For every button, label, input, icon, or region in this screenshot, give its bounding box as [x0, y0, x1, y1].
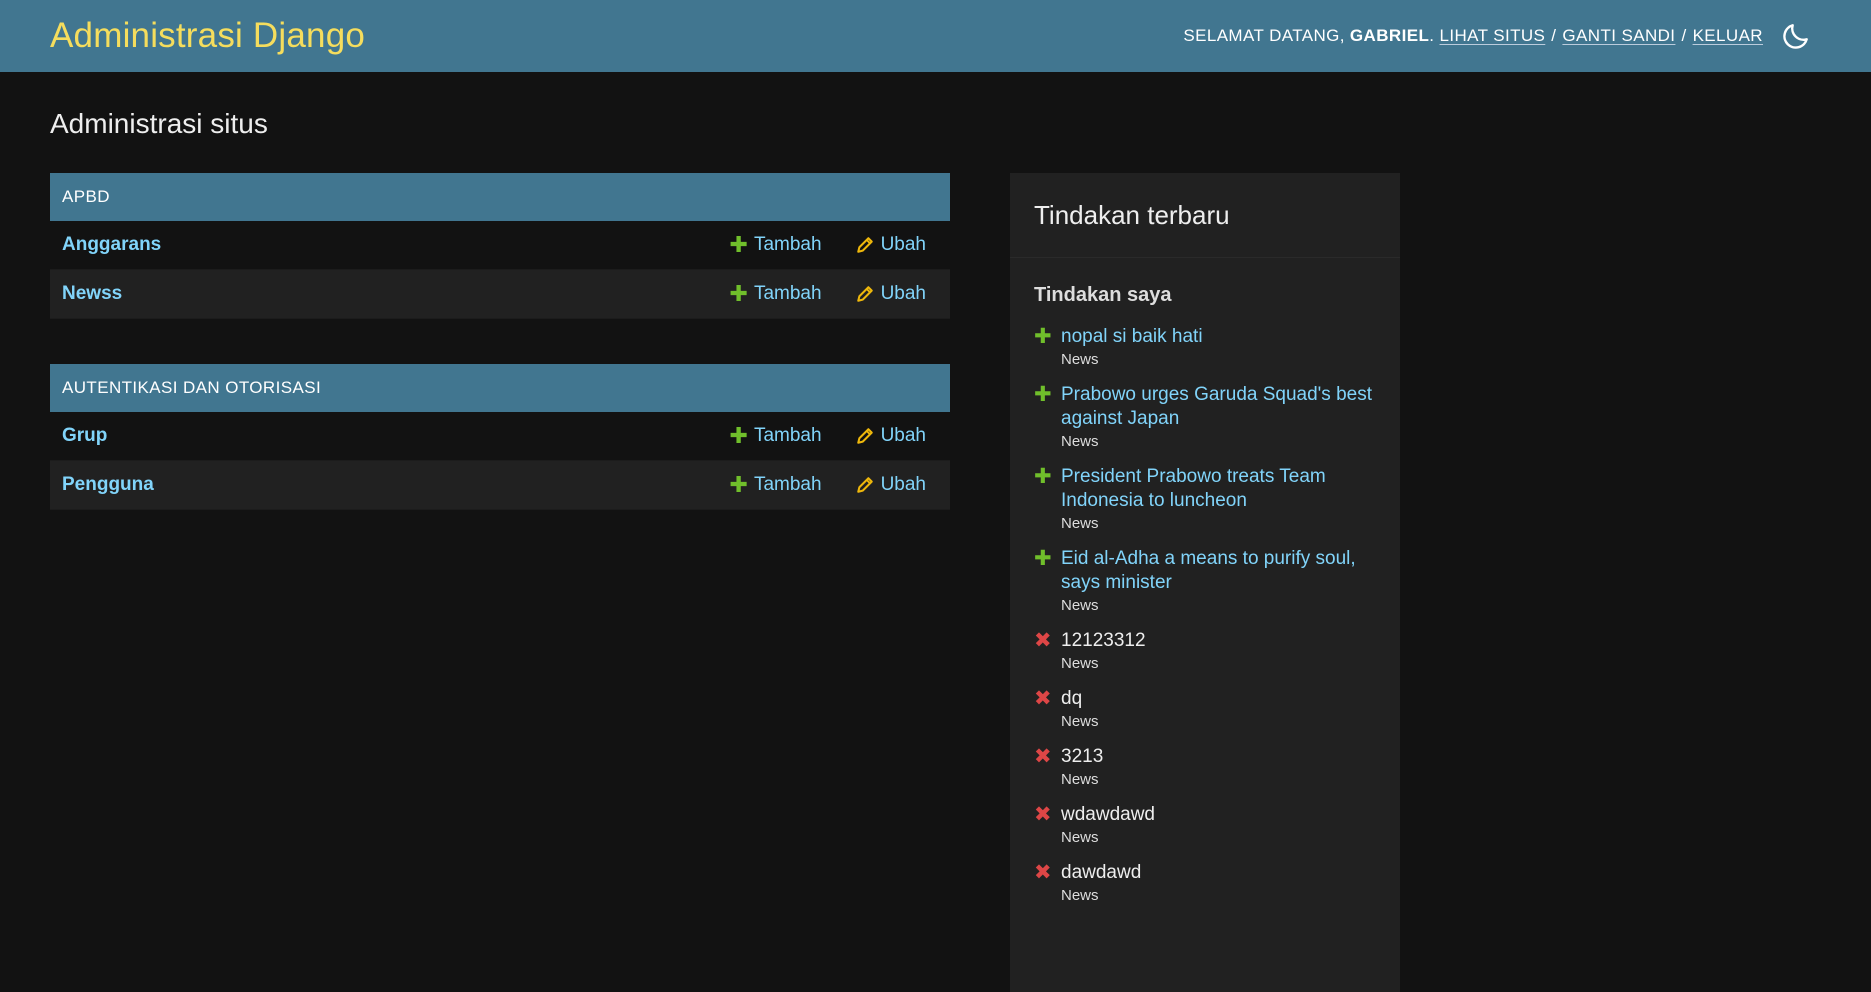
delete-icon: ✖ [1034, 861, 1052, 884]
plus-icon: ✚ [729, 423, 748, 448]
change-button[interactable]: Ubah [856, 474, 926, 496]
action-content-type: News [1061, 887, 1099, 904]
delete-icon: ✖ [1034, 803, 1052, 826]
delete-icon: ✖ [1034, 629, 1052, 652]
username: Gabriel [1349, 26, 1430, 45]
action-content-type: News [1061, 597, 1099, 614]
add-button[interactable]: ✚ Tambah [730, 474, 822, 496]
model-row: Pengguna ✚ Tambah Ubah [50, 461, 950, 510]
delete-icon: ✖ [1034, 745, 1052, 768]
recent-actions-panel: Tindakan terbaru Tindakan saya ✚ nopal si… [1010, 173, 1400, 992]
action-object-link[interactable]: Prabowo urges Garuda Squad's best agains… [1061, 383, 1376, 431]
change-button[interactable]: Ubah [856, 425, 926, 447]
delete-icon: ✖ [1034, 687, 1052, 710]
pencil-icon [856, 427, 874, 445]
add-icon: ✚ [1034, 547, 1052, 570]
action-item: ✚ President Prabowo treats Team Indonesia… [1034, 465, 1376, 532]
add-button[interactable]: ✚ Tambah [730, 283, 822, 305]
add-icon: ✚ [1034, 465, 1052, 488]
app-caption[interactable]: APBD [50, 173, 950, 221]
action-item: ✚ Prabowo urges Garuda Squad's best again… [1034, 383, 1376, 450]
action-content-type: News [1061, 515, 1099, 532]
model-row: Newss ✚ Tambah Ubah [50, 270, 950, 319]
logout-link[interactable]: Keluar [1693, 26, 1763, 46]
pencil-icon [856, 285, 874, 303]
model-link-pengguna[interactable]: Pengguna [62, 474, 730, 496]
recent-actions-title: Tindakan terbaru [1010, 173, 1400, 258]
page-title: Administrasi situs [50, 108, 268, 139]
header: Administrasi Django Selamat datang, Gabr… [0, 0, 1871, 72]
user-tools: Selamat datang, Gabriel . Lihat situs / … [1183, 19, 1813, 53]
action-item: ✖ 3213 News [1034, 745, 1376, 788]
app-caption[interactable]: Autentikasi dan Otorisasi [50, 364, 950, 412]
action-item: ✖ dawdawd News [1034, 861, 1376, 904]
action-object-link[interactable]: nopal si baik hati [1061, 325, 1376, 349]
action-item: ✖ dq News [1034, 687, 1376, 730]
change-button[interactable]: Ubah [856, 283, 926, 305]
action-object-name: 12123312 [1061, 630, 1146, 651]
action-content-type: News [1061, 829, 1099, 846]
change-button[interactable]: Ubah [856, 234, 926, 256]
action-content-type: News [1061, 433, 1099, 450]
action-content-type: News [1061, 351, 1099, 368]
change-password-link[interactable]: Ganti sandi [1562, 26, 1675, 46]
model-link-anggarans[interactable]: Anggarans [62, 234, 730, 256]
action-object-name: dawdawd [1061, 862, 1142, 883]
plus-icon: ✚ [729, 472, 748, 497]
pencil-icon [856, 236, 874, 254]
action-item: ✚ nopal si baik hati News [1034, 325, 1376, 368]
action-object-link[interactable]: Eid al-Adha a means to purify soul, says… [1061, 547, 1376, 595]
separator: / [1551, 26, 1557, 45]
app-module-auth: Autentikasi dan Otorisasi Grup ✚ Tambah U… [50, 364, 950, 510]
model-link-grup[interactable]: Grup [62, 425, 730, 447]
model-row: Grup ✚ Tambah Ubah [50, 412, 950, 461]
action-content-type: News [1061, 655, 1099, 672]
action-object-link[interactable]: President Prabowo treats Team Indonesia … [1061, 465, 1376, 513]
app-module-apbd: APBD Anggarans ✚ Tambah Ubah Newss ✚ Tamba… [50, 173, 950, 319]
model-row: Anggarans ✚ Tambah Ubah [50, 221, 950, 270]
action-item: ✚ Eid al-Adha a means to purify soul, say… [1034, 547, 1376, 614]
action-object-name: 3213 [1061, 746, 1104, 767]
action-object-name: wdawdawd [1061, 804, 1155, 825]
action-object-name: dq [1061, 688, 1083, 709]
my-actions-subtitle: Tindakan saya [1034, 284, 1172, 306]
add-button[interactable]: ✚ Tambah [730, 234, 822, 256]
add-button[interactable]: ✚ Tambah [730, 425, 822, 447]
welcome-text: Selamat datang, [1183, 26, 1345, 45]
plus-icon: ✚ [729, 281, 748, 306]
action-content-type: News [1061, 713, 1099, 730]
pencil-icon [856, 476, 874, 494]
plus-icon: ✚ [729, 232, 748, 257]
add-icon: ✚ [1034, 383, 1052, 406]
action-item: ✖ 12123312 News [1034, 629, 1376, 672]
moon-icon[interactable] [1779, 19, 1813, 53]
action-content-type: News [1061, 771, 1099, 788]
model-link-newss[interactable]: Newss [62, 283, 730, 305]
action-list: ✚ nopal si baik hati News ✚ Prabowo urges Ga… [1010, 325, 1400, 904]
separator: / [1681, 26, 1687, 45]
add-icon: ✚ [1034, 325, 1052, 348]
action-item: ✖ wdawdawd News [1034, 803, 1376, 846]
site-branding[interactable]: Administrasi Django [50, 16, 365, 56]
view-site-link[interactable]: Lihat situs [1439, 26, 1545, 46]
